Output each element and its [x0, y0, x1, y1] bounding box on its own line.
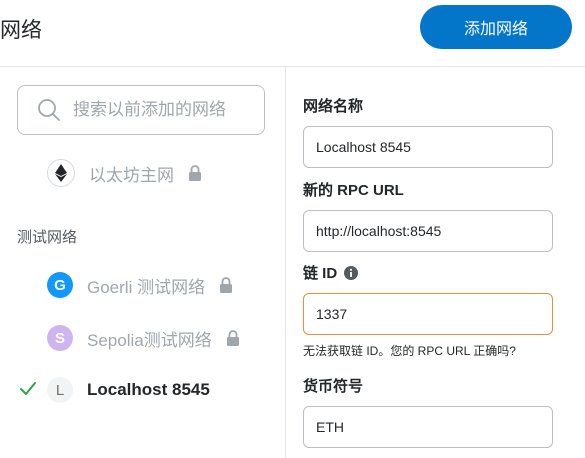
- page-title: 网络: [0, 19, 42, 42]
- rpc-url-label: 新的 RPC URL: [303, 182, 404, 199]
- search-box[interactable]: [17, 85, 265, 135]
- add-network-button[interactable]: 添加网络: [420, 5, 572, 49]
- network-label: 以太坊主网: [89, 165, 174, 185]
- lock-icon: [226, 330, 240, 346]
- lock-icon: [219, 277, 233, 293]
- panel-divider: [285, 66, 286, 458]
- network-label: Localhost 8545: [87, 380, 210, 399]
- search-icon: [37, 98, 61, 122]
- info-icon[interactable]: [344, 265, 359, 280]
- network-label: Sepolia测试网络: [87, 330, 212, 350]
- network-item-mainnet[interactable]: 以太坊主网: [47, 159, 202, 187]
- search-input[interactable]: [71, 99, 265, 121]
- chain-id-label: 链 ID: [303, 262, 359, 283]
- check-icon: [19, 380, 37, 398]
- currency-symbol-label: 货币符号: [303, 378, 364, 395]
- ethereum-icon: [47, 159, 75, 187]
- network-item-sepolia[interactable]: S Sepolia测试网络: [47, 325, 240, 351]
- localhost-avatar: L: [47, 377, 73, 403]
- sepolia-avatar: S: [47, 325, 73, 351]
- goerli-avatar: G: [47, 272, 73, 298]
- chain-id-error: 无法获取链 ID。您的 RPC URL 正确吗?: [303, 344, 516, 358]
- network-name-input[interactable]: [303, 126, 553, 168]
- rpc-url-input[interactable]: [303, 210, 553, 252]
- network-name-label: 网络名称: [303, 98, 364, 115]
- network-label: Goerli 测试网络: [87, 277, 206, 297]
- lock-icon: [188, 165, 202, 181]
- chain-id-input[interactable]: [303, 293, 553, 335]
- test-networks-heading: 测试网络: [17, 229, 78, 246]
- header-divider: [0, 66, 585, 67]
- network-item-goerli[interactable]: G Goerli 测试网络: [47, 272, 233, 298]
- currency-symbol-input[interactable]: [303, 406, 553, 448]
- network-item-localhost[interactable]: L Localhost 8545: [47, 377, 210, 403]
